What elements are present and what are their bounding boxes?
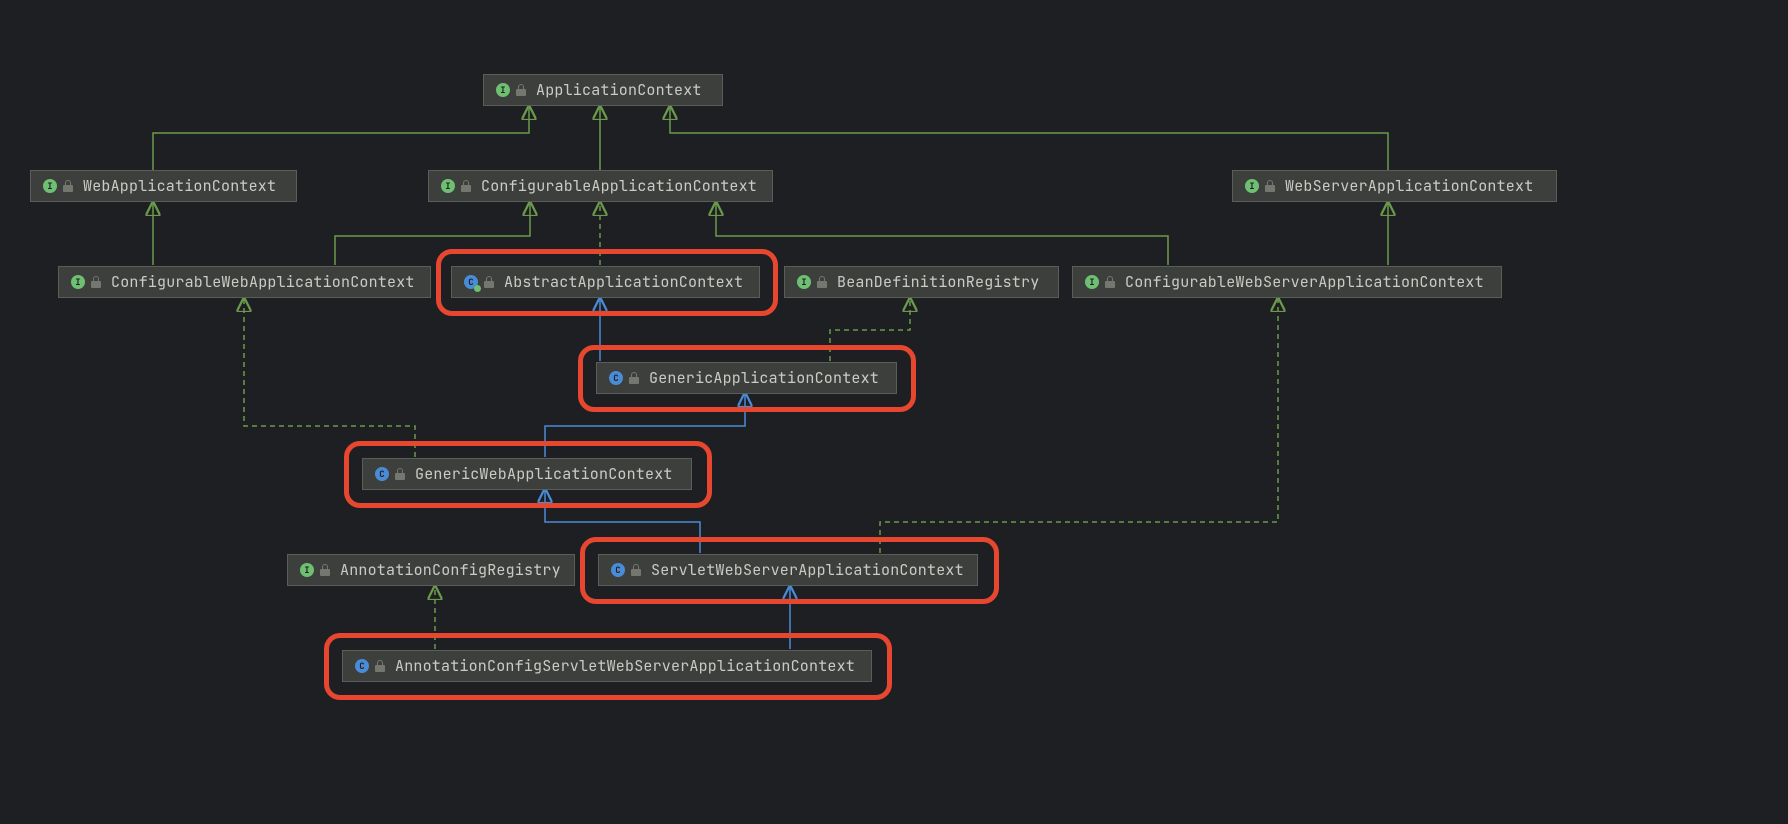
node-bean-definition-registry[interactable]: I BeanDefinitionRegistry — [784, 266, 1059, 298]
node-label: AnnotationConfigServletWebServerApplicat… — [395, 656, 855, 676]
lock-icon — [91, 276, 101, 288]
lock-icon — [320, 564, 330, 576]
interface-icon: I — [441, 178, 457, 194]
node-label: ConfigurableWebApplicationContext — [111, 272, 415, 292]
lock-icon — [484, 276, 494, 288]
node-generic-application-context[interactable]: C GenericApplicationContext — [596, 362, 897, 394]
class-icon: C — [609, 370, 625, 386]
node-label: GenericApplicationContext — [649, 368, 879, 388]
node-web-application-context[interactable]: I WebApplicationContext — [30, 170, 297, 202]
lock-icon — [1265, 180, 1275, 192]
lock-icon — [817, 276, 827, 288]
interface-icon: I — [300, 562, 316, 578]
node-servlet-web-server-application-context[interactable]: C ServletWebServerApplicationContext — [598, 554, 978, 586]
node-label: BeanDefinitionRegistry — [837, 272, 1039, 292]
node-label: ServletWebServerApplicationContext — [651, 560, 964, 580]
lock-icon — [516, 84, 526, 96]
node-configurable-web-server-application-context[interactable]: I ConfigurableWebServerApplicationContex… — [1072, 266, 1502, 298]
interface-icon: I — [71, 274, 87, 290]
node-label: AnnotationConfigRegistry — [340, 560, 561, 580]
lock-icon — [461, 180, 471, 192]
node-label: AbstractApplicationContext — [504, 272, 743, 292]
node-label: ConfigurableWebServerApplicationContext — [1125, 272, 1484, 292]
connector-layer — [0, 0, 1788, 824]
node-abstract-application-context[interactable]: C AbstractApplicationContext — [451, 266, 760, 298]
class-icon: C — [355, 658, 371, 674]
lock-icon — [375, 660, 385, 672]
interface-icon: I — [496, 82, 512, 98]
node-configurable-application-context[interactable]: I ConfigurableApplicationContext — [428, 170, 773, 202]
class-icon: C — [611, 562, 627, 578]
node-configurable-web-application-context[interactable]: I ConfigurableWebApplicationContext — [58, 266, 431, 298]
node-annotation-config-registry[interactable]: I AnnotationConfigRegistry — [287, 554, 575, 586]
lock-icon — [1105, 276, 1115, 288]
lock-icon — [63, 180, 73, 192]
node-label: GenericWebApplicationContext — [415, 464, 673, 484]
interface-icon: I — [1245, 178, 1261, 194]
node-web-server-application-context[interactable]: I WebServerApplicationContext — [1232, 170, 1557, 202]
interface-icon: I — [1085, 274, 1101, 290]
node-application-context[interactable]: I ApplicationContext — [483, 74, 723, 106]
lock-icon — [631, 564, 641, 576]
abstract-class-icon: C — [464, 274, 480, 290]
interface-icon: I — [43, 178, 59, 194]
node-annotation-config-servlet-web-server-application-context[interactable]: C AnnotationConfigServletWebServerApplic… — [342, 650, 872, 682]
lock-icon — [629, 372, 639, 384]
node-label: ApplicationContext — [536, 80, 702, 100]
diagram-canvas[interactable]: I ApplicationContext I WebApplicationCon… — [0, 0, 1788, 824]
node-generic-web-application-context[interactable]: C GenericWebApplicationContext — [362, 458, 692, 490]
node-label: ConfigurableApplicationContext — [481, 176, 757, 196]
node-label: WebServerApplicationContext — [1285, 176, 1533, 196]
node-label: WebApplicationContext — [83, 176, 276, 196]
class-icon: C — [375, 466, 391, 482]
interface-icon: I — [797, 274, 813, 290]
lock-icon — [395, 468, 405, 480]
